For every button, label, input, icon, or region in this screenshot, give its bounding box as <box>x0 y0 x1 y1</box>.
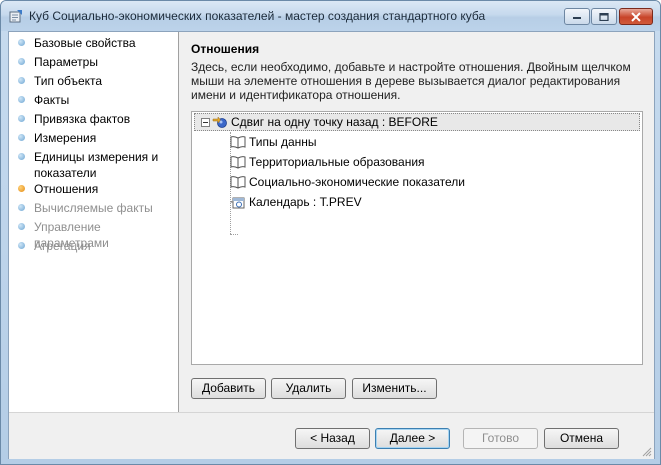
step-item[interactable]: Привязка фактов <box>18 111 178 127</box>
tree-node-root-content[interactable]: Сдвиг на одну точку назад : BEFORE <box>212 113 632 131</box>
page-description: Здесь, если необходимо, добавьте и настр… <box>191 60 631 102</box>
collapse-toggle-icon[interactable] <box>201 118 210 127</box>
step-dot-icon <box>18 39 25 46</box>
calendar-relation-icon <box>230 197 245 209</box>
step-dot-icon <box>18 96 25 103</box>
step-item[interactable]: Единицы измерения и показатели <box>18 149 168 181</box>
step-dot-icon <box>18 115 25 122</box>
tree-node-label: Сдвиг на одну точку назад : BEFORE <box>231 115 438 129</box>
wizard-steps-panel: Базовые свойства Параметры Тип объекта Ф… <box>9 32 179 412</box>
maximize-button[interactable] <box>591 8 617 25</box>
step-label: Измерения <box>34 131 97 145</box>
step-label: Привязка фактов <box>34 112 131 126</box>
step-label: Отношения <box>34 182 99 196</box>
cancel-button[interactable]: Отмена <box>544 428 619 449</box>
tree-node-label: Календарь : T.PREV <box>249 195 362 209</box>
tree-node-child[interactable]: Социально-экономические показатели <box>230 173 610 191</box>
delete-relation-button[interactable]: Удалить <box>271 378 346 399</box>
step-dot-icon <box>18 185 25 192</box>
relation-shift-icon <box>212 116 227 128</box>
dictionary-book-icon <box>230 136 246 149</box>
dictionary-book-icon <box>230 176 246 189</box>
step-label: Единицы измерения и показатели <box>34 150 159 180</box>
step-item: Агрегация <box>18 238 178 254</box>
step-label: Тип объекта <box>34 74 103 88</box>
wizard-footer: < Назад Далее > Готово Отмена <box>9 412 654 459</box>
edit-relation-button[interactable]: Изменить... <box>352 378 437 399</box>
window-title: Куб Социально-экономических показателей … <box>29 9 486 23</box>
close-icon <box>631 12 641 21</box>
wizard-window: Куб Социально-экономических показателей … <box>0 0 661 465</box>
step-dot-icon <box>18 77 25 84</box>
step-label: Факты <box>34 93 70 107</box>
wizard-page: Отношения Здесь, если необходимо, добавь… <box>179 32 654 412</box>
tree-node-label: Территориальные образования <box>249 155 425 169</box>
tree-guide-line <box>230 234 238 235</box>
step-dot-icon <box>18 204 25 211</box>
step-dot-icon <box>18 223 25 230</box>
step-label: Агрегация <box>34 239 91 253</box>
relations-tree[interactable]: Сдвиг на одну точку назад : BEFORE Типы … <box>191 111 643 365</box>
step-item[interactable]: Параметры <box>18 54 178 70</box>
step-dot-icon <box>18 58 25 65</box>
step-item[interactable]: Факты <box>18 92 178 108</box>
next-button[interactable]: Далее > <box>375 428 450 449</box>
add-relation-button[interactable]: Добавить <box>191 378 266 399</box>
title-bar[interactable]: Куб Социально-экономических показателей … <box>1 1 660 31</box>
step-dot-icon <box>18 153 25 160</box>
wizard-client-area: Базовые свойства Параметры Тип объекта Ф… <box>8 31 655 459</box>
resize-grip-icon[interactable] <box>642 447 652 457</box>
finish-button: Готово <box>463 428 538 449</box>
tree-node-child[interactable]: Календарь : T.PREV <box>230 193 610 211</box>
minimize-button[interactable] <box>564 8 590 25</box>
tree-node-label: Социально-экономические показатели <box>249 175 465 189</box>
step-label: Базовые свойства <box>34 36 136 50</box>
minimize-icon <box>573 16 581 19</box>
dictionary-book-icon <box>230 156 246 169</box>
step-item[interactable]: Измерения <box>18 130 178 146</box>
cube-wizard-icon <box>9 10 22 23</box>
step-item-active[interactable]: Отношения <box>18 181 178 197</box>
page-title: Отношения <box>191 42 260 56</box>
tree-node-child[interactable]: Типы данны <box>230 133 610 151</box>
step-item[interactable]: Базовые свойства <box>18 35 178 51</box>
close-button[interactable] <box>619 8 653 25</box>
step-label: Параметры <box>34 55 98 69</box>
step-label: Вычисляемые факты <box>34 201 153 215</box>
maximize-icon <box>599 12 609 21</box>
tree-node-label: Типы данны <box>249 135 317 149</box>
step-item: Вычисляемые факты <box>18 200 178 216</box>
tree-node-child[interactable]: Территориальные образования <box>230 153 610 171</box>
step-dot-icon <box>18 242 25 249</box>
step-item[interactable]: Тип объекта <box>18 73 178 89</box>
step-dot-icon <box>18 134 25 141</box>
back-button[interactable]: < Назад <box>295 428 370 449</box>
